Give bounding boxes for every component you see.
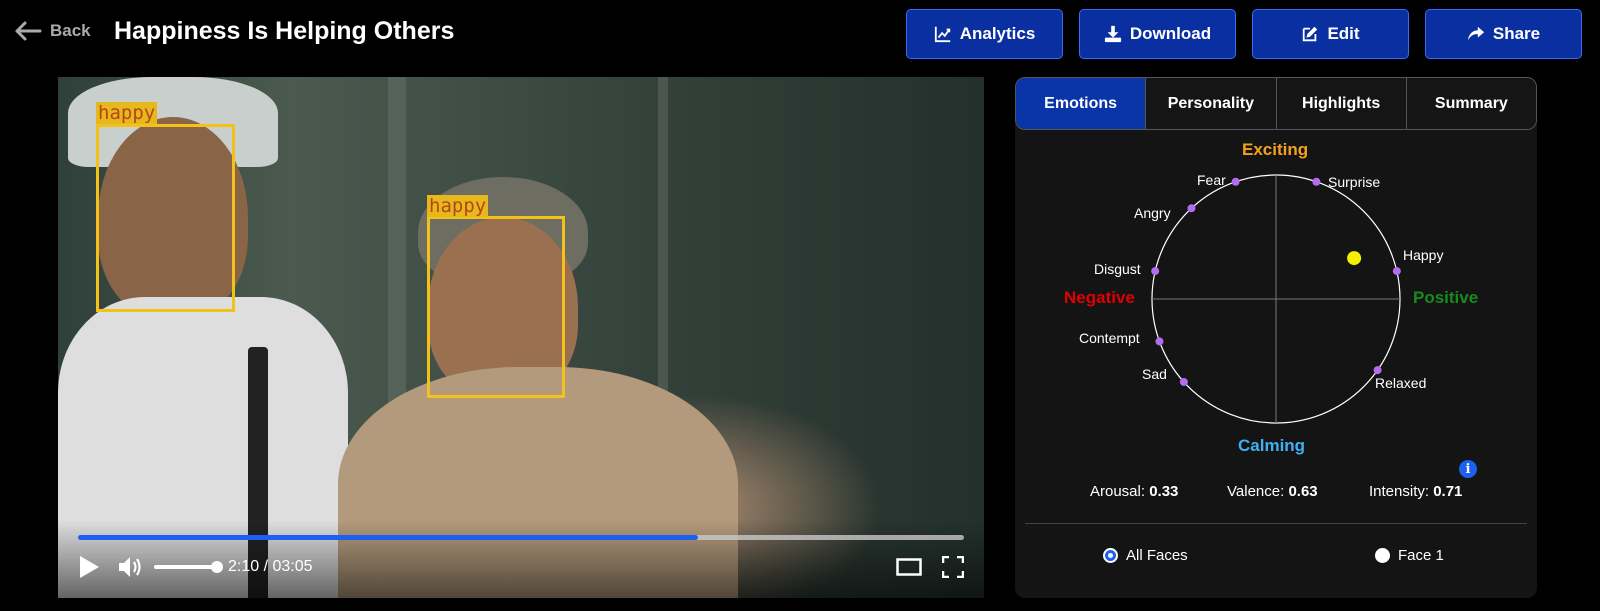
intensity-metric: Intensity: 0.71 (1369, 483, 1462, 500)
analytics-label: Analytics (959, 24, 1036, 43)
calming-label: Calming (1238, 436, 1306, 455)
theater-mode-icon[interactable] (896, 558, 922, 576)
volume-icon[interactable] (118, 555, 144, 579)
divider (1025, 523, 1527, 524)
face-selector: All Faces Face 1 (1015, 547, 1537, 571)
download-icon (1104, 25, 1121, 43)
tab-summary[interactable]: Summary (1406, 78, 1536, 129)
play-icon[interactable] (78, 555, 100, 579)
emotion-label-angry: Angry (1134, 205, 1171, 221)
arrow-left-icon (15, 21, 42, 41)
tab-emotions[interactable]: Emotions (1016, 78, 1147, 129)
share-icon (1467, 26, 1484, 41)
face-1-option[interactable]: Face 1 (1375, 547, 1444, 564)
intensity-label: Intensity: (1369, 483, 1430, 500)
negative-label: Negative (1064, 288, 1135, 307)
emotion-metrics: Arousal: 0.33 Valence: 0.63 Intensity: 0… (1015, 483, 1537, 505)
all-faces-label: All Faces (1126, 547, 1188, 564)
valence-value: 0.63 (1288, 483, 1318, 500)
progress-bar[interactable] (78, 535, 964, 540)
emotion-wheel: Exciting Calming Negative Positive Fear … (1015, 130, 1537, 470)
valence-metric: Valence: 0.63 (1227, 483, 1318, 500)
intensity-value: 0.71 (1433, 483, 1463, 500)
emotion-dot-surprise (1312, 177, 1321, 186)
valence-label: Valence: (1227, 483, 1285, 500)
emotion-label-happy: Happy (1403, 247, 1444, 263)
chart-line-icon (934, 26, 950, 43)
volume-slider[interactable] (154, 561, 223, 573)
panel-tabs: Emotions Personality Highlights Summary (1015, 77, 1537, 130)
face-detection-box (427, 216, 565, 398)
volume-knob[interactable] (211, 561, 223, 573)
share-button[interactable]: Share (1425, 9, 1582, 59)
face-detection-box (96, 124, 235, 312)
page-title: Happiness Is Helping Others (114, 17, 455, 45)
download-label: Download (1129, 24, 1212, 43)
tab-personality[interactable]: Personality (1146, 78, 1277, 129)
analytics-button[interactable]: Analytics (906, 9, 1063, 59)
header-actions: Analytics Download Edit Share (906, 9, 1582, 59)
share-label: Share (1492, 24, 1541, 43)
back-label: Back (50, 21, 91, 40)
emotion-dot-sad (1179, 377, 1188, 386)
emotion-label-surprise: Surprise (1328, 174, 1381, 190)
emotion-dot-relaxed (1373, 366, 1382, 375)
edit-label: Edit (1327, 24, 1360, 43)
exciting-label: Exciting (1242, 140, 1309, 159)
face-emotion-tag: happy (96, 102, 158, 124)
emotion-label-disgust: Disgust (1094, 261, 1141, 277)
edit-icon (1303, 26, 1318, 42)
arousal-value: 0.33 (1149, 483, 1179, 500)
video-controls: 2:10 / 03:05 (58, 520, 984, 598)
emotions-panel: Emotions Personality Highlights Summary … (1015, 77, 1537, 598)
fullscreen-icon[interactable] (942, 556, 964, 578)
edit-button[interactable]: Edit (1252, 9, 1409, 59)
video-player[interactable]: happy happy 2:10 / 03:05 (58, 77, 984, 598)
progress-fill (78, 535, 699, 540)
download-button[interactable]: Download (1079, 9, 1236, 59)
emotion-label-fear: Fear (1197, 172, 1226, 188)
all-faces-radio[interactable] (1103, 548, 1118, 563)
emotion-dot-disgust (1151, 267, 1160, 276)
emotion-dot-fear (1231, 177, 1240, 186)
positive-label: Positive (1413, 288, 1479, 307)
emotion-dot-happy (1392, 267, 1401, 276)
emotion-dot-contempt (1155, 337, 1164, 346)
all-faces-option[interactable]: All Faces (1103, 547, 1188, 564)
info-icon[interactable]: i (1459, 460, 1477, 478)
back-button[interactable]: Back (14, 20, 91, 42)
current-emotion-dot (1347, 251, 1362, 266)
arousal-label: Arousal: (1090, 483, 1146, 500)
emotion-label-sad: Sad (1142, 366, 1167, 382)
face-emotion-tag: happy (427, 195, 489, 217)
header: Back Happiness Is Helping Others Analyti… (0, 0, 1600, 70)
arousal-metric: Arousal: 0.33 (1090, 483, 1178, 500)
tab-highlights[interactable]: Highlights (1276, 78, 1407, 129)
emotion-label-relaxed: Relaxed (1375, 375, 1427, 391)
emotion-label-contempt: Contempt (1079, 330, 1140, 346)
time-display: 2:10 / 03:05 (228, 558, 313, 575)
face-1-radio[interactable] (1375, 548, 1390, 563)
emotion-dot-angry (1187, 204, 1196, 213)
face-1-label: Face 1 (1398, 547, 1444, 564)
